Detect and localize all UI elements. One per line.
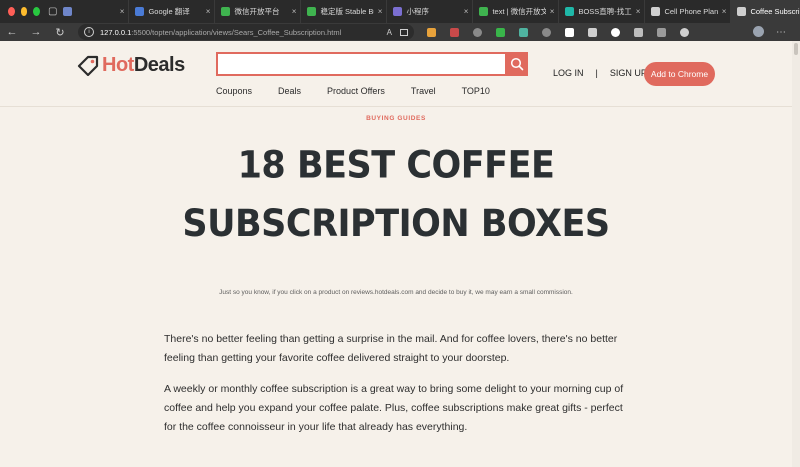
extension-icon[interactable] bbox=[443, 23, 466, 41]
nav-product-offers[interactable]: Product Offers bbox=[327, 86, 385, 96]
profile-avatar[interactable] bbox=[753, 26, 764, 37]
hotdeals-logo[interactable]: HotDeals bbox=[76, 54, 185, 76]
site-info-icon[interactable]: i bbox=[84, 27, 94, 37]
nav-coupons[interactable]: Coupons bbox=[216, 86, 252, 96]
tab-favicon-icon bbox=[651, 7, 661, 16]
back-icon[interactable]: ← bbox=[0, 23, 24, 41]
browser-tab[interactable]: text | 微信开放文 × bbox=[473, 0, 560, 23]
tab-favicon-icon bbox=[63, 7, 73, 16]
more-menu-icon[interactable]: ⋯ bbox=[776, 23, 786, 41]
read-aloud-icon[interactable]: A bbox=[387, 28, 392, 37]
tab-close-icon[interactable]: × bbox=[636, 7, 641, 16]
browser-tab[interactable]: 小程序 × bbox=[387, 0, 474, 23]
extensions-toolbar bbox=[420, 23, 696, 41]
category-label[interactable]: BUYING GUIDES bbox=[0, 115, 792, 122]
tab-favicon-icon bbox=[135, 7, 145, 16]
extension-icon[interactable] bbox=[673, 23, 696, 41]
search-icon bbox=[510, 57, 523, 71]
logo-hot-text: Hot bbox=[102, 54, 134, 76]
tab-label: Google 翻译 bbox=[148, 7, 190, 16]
extension-icon[interactable] bbox=[466, 23, 489, 41]
page-scrollbar[interactable] bbox=[792, 41, 800, 467]
tab-favicon-icon bbox=[479, 7, 489, 16]
signup-link[interactable]: SIGN UP bbox=[610, 68, 647, 78]
address-bar[interactable]: i 127.0.0.1:5500/topten/application/view… bbox=[78, 24, 414, 40]
extension-icon[interactable] bbox=[581, 23, 604, 41]
tab-label: 微信开放平台 bbox=[234, 7, 280, 16]
logo-deals-text: Deals bbox=[133, 54, 185, 76]
tab-close-icon[interactable]: × bbox=[378, 7, 383, 16]
extension-icon[interactable] bbox=[489, 23, 512, 41]
extension-icon[interactable] bbox=[604, 23, 627, 41]
extension-icon[interactable] bbox=[420, 23, 443, 41]
window-controls bbox=[0, 0, 48, 23]
web-page: HotDeals Coupons Deals Product Offers Tr… bbox=[0, 41, 792, 467]
browser-tab[interactable]: 稳定版 Stable Bu × bbox=[301, 0, 388, 23]
url-path: :5500/topten/application/views/Sears_Cof… bbox=[131, 27, 342, 37]
browser-tab[interactable]: 微信开放平台 × bbox=[215, 0, 302, 23]
tab-favicon-icon bbox=[393, 7, 403, 16]
browser-tab-bar: ▢ × Google 翻译 × 微信开放平台 × 稳定版 Stable Bu × 小程序 × te… bbox=[0, 0, 800, 23]
browser-tab[interactable]: BOSS直聘-找工作 × bbox=[559, 0, 646, 23]
nav-deals[interactable]: Deals bbox=[278, 86, 301, 96]
browser-toolbar: ← → ↻ i 127.0.0.1:5500/topten/applicatio… bbox=[0, 23, 800, 41]
auth-separator: | bbox=[595, 68, 598, 78]
extension-icon[interactable] bbox=[535, 23, 558, 41]
search-button[interactable] bbox=[505, 52, 528, 76]
add-to-chrome-button[interactable]: Add to Chrome bbox=[644, 62, 715, 86]
extension-icon[interactable] bbox=[650, 23, 673, 41]
tab-close-icon[interactable]: × bbox=[292, 7, 297, 16]
app-available-icon[interactable] bbox=[400, 28, 408, 36]
tab-close-icon[interactable]: × bbox=[722, 7, 727, 16]
scrollbar-thumb[interactable] bbox=[794, 43, 798, 55]
search-input[interactable] bbox=[216, 52, 505, 76]
browser-tab[interactable]: Coffee Subscript× bbox=[731, 0, 800, 23]
minimize-window-button[interactable] bbox=[20, 7, 28, 16]
nav-travel[interactable]: Travel bbox=[411, 86, 436, 96]
url-host: 127.0.0.1 bbox=[100, 27, 132, 37]
extension-icon[interactable] bbox=[558, 23, 581, 41]
tab-close-icon[interactable]: × bbox=[464, 7, 469, 16]
site-header: HotDeals Coupons Deals Product Offers Tr… bbox=[0, 41, 792, 107]
tab-favicon-icon bbox=[565, 7, 575, 16]
search-bar bbox=[216, 52, 528, 76]
tab-label: Cell Phone Plans bbox=[664, 7, 718, 16]
tab-close-icon[interactable]: × bbox=[206, 7, 211, 16]
intro-paragraph-1: There's no better feeling than getting a… bbox=[164, 333, 618, 364]
affiliate-disclosure: Just so you know, if you click on a prod… bbox=[219, 289, 573, 296]
intro-paragraph-2: A weekly or monthly coffee subscription … bbox=[164, 383, 624, 433]
tab-favicon-icon bbox=[221, 7, 231, 16]
tab-label: 小程序 bbox=[406, 7, 429, 16]
tab-label: Coffee Subscript bbox=[750, 7, 800, 16]
tab-close-icon[interactable]: × bbox=[550, 7, 555, 16]
extension-icon[interactable] bbox=[512, 23, 535, 41]
login-link[interactable]: LOG IN bbox=[553, 68, 584, 78]
page-title: 18 BEST COFFEE SUBSCRIPTION BOXES bbox=[0, 137, 792, 254]
browser-tab[interactable]: Google 翻译 × bbox=[129, 0, 216, 23]
browser-tab[interactable]: × bbox=[57, 0, 130, 23]
tab-close-icon[interactable]: × bbox=[120, 7, 125, 16]
tab-label: text | 微信开放文 bbox=[492, 7, 546, 16]
close-window-button[interactable] bbox=[8, 7, 15, 16]
auth-links: LOG IN | SIGN UP bbox=[553, 68, 647, 78]
tab-favicon-icon bbox=[307, 7, 317, 16]
nav-top10[interactable]: TOP10 bbox=[462, 86, 490, 96]
reload-icon[interactable]: ↻ bbox=[48, 23, 72, 41]
tab-strip: × Google 翻译 × 微信开放平台 × 稳定版 Stable Bu × 小程序 × text… bbox=[57, 0, 800, 23]
maximize-window-button[interactable] bbox=[33, 7, 41, 16]
title-line-1: 18 BEST COFFEE bbox=[237, 144, 555, 188]
tag-logo-icon bbox=[77, 55, 99, 76]
tab-label: 稳定版 Stable Bu bbox=[320, 7, 374, 16]
tab-overview-icon[interactable]: ▢ bbox=[48, 0, 57, 23]
browser-tab[interactable]: Cell Phone Plans × bbox=[645, 0, 732, 23]
tab-favicon-icon bbox=[737, 7, 747, 16]
main-nav: Coupons Deals Product Offers Travel TOP1… bbox=[216, 86, 516, 96]
extension-icon[interactable] bbox=[627, 23, 650, 41]
title-line-2: SUBSCRIPTION BOXES bbox=[182, 202, 610, 246]
forward-icon[interactable]: → bbox=[24, 23, 48, 41]
tab-label: BOSS直聘-找工作 bbox=[578, 7, 632, 16]
